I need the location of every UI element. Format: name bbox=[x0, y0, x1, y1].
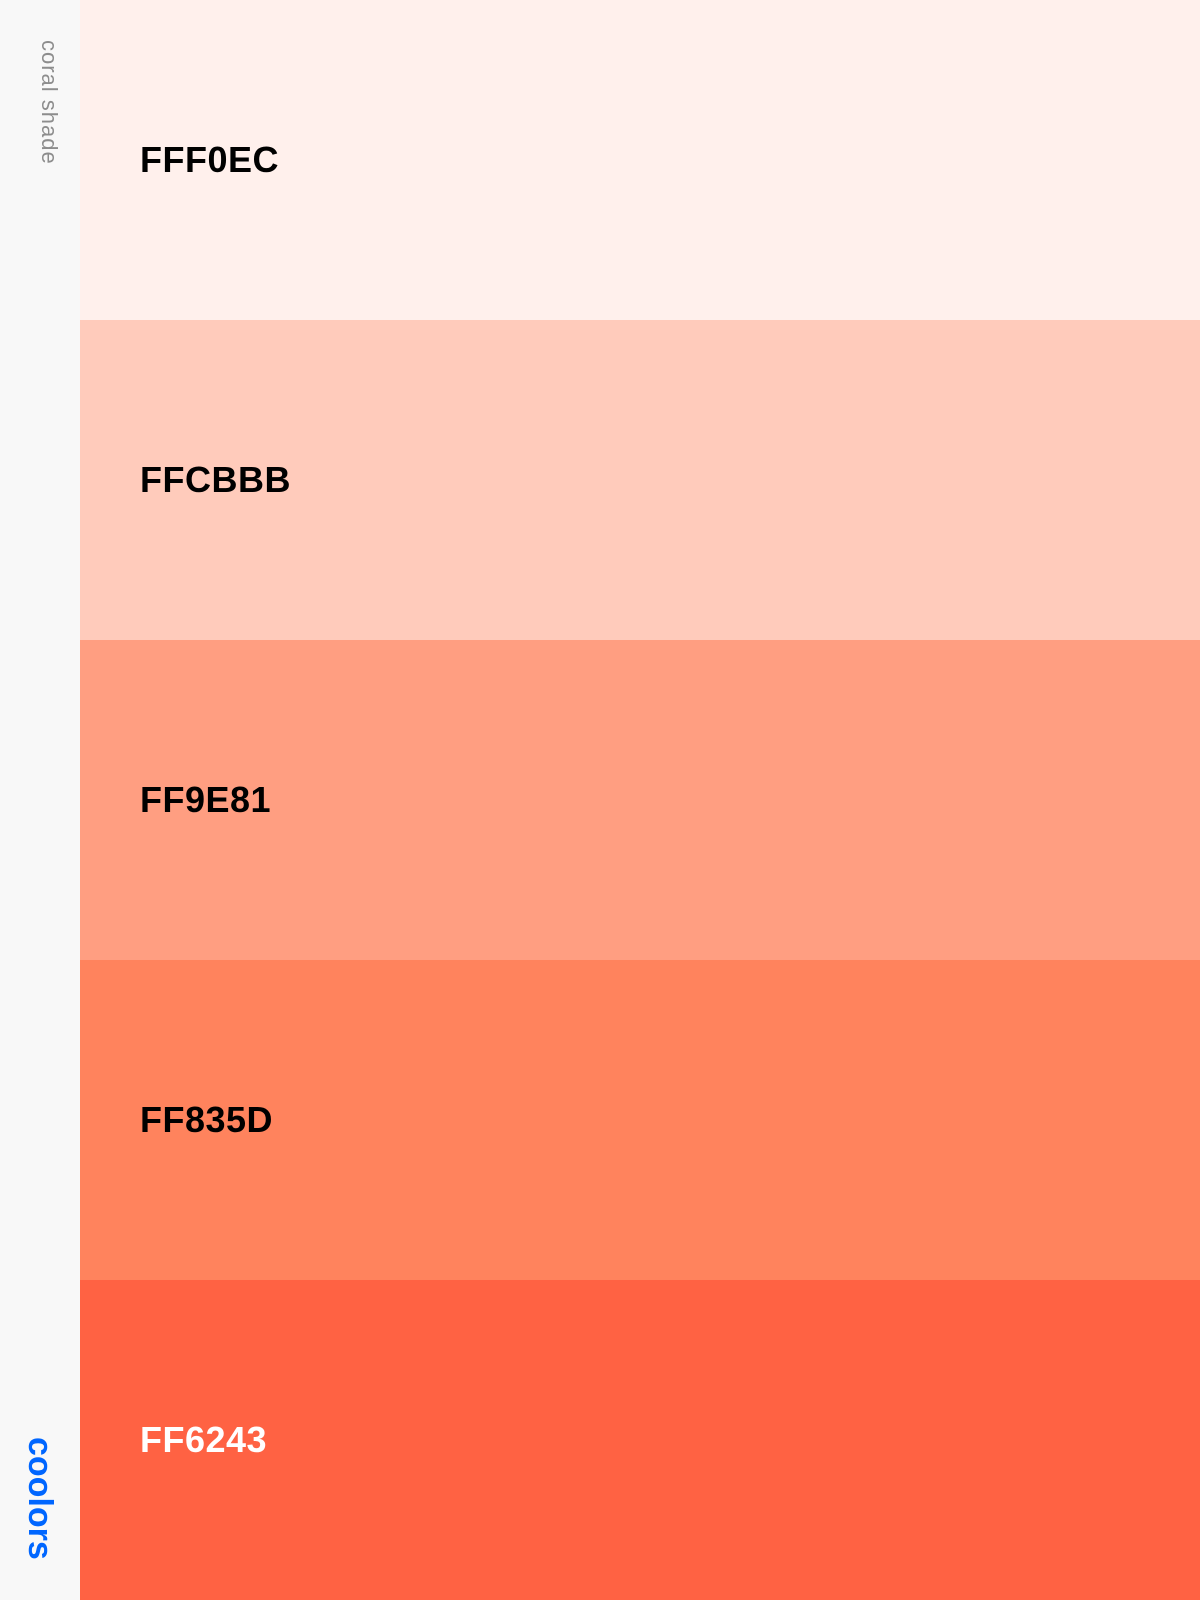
hex-code-label: FF835D bbox=[140, 1099, 274, 1140]
palette-page: coral shade coolors FFF0EC FFCBBB FF9E81… bbox=[0, 0, 1200, 1600]
color-swatches: FFF0EC FFCBBB FF9E81 FF835D FF6243 bbox=[80, 0, 1200, 1600]
hex-code-label: FF9E81 bbox=[140, 779, 272, 820]
sidebar: coral shade coolors bbox=[0, 0, 80, 1600]
palette-name: coral shade bbox=[37, 40, 62, 165]
color-swatch-3[interactable]: FF9E81 bbox=[80, 640, 1200, 960]
hex-code-label: FF6243 bbox=[140, 1419, 268, 1460]
color-swatch-4[interactable]: FF835D bbox=[80, 960, 1200, 1280]
color-swatch-1[interactable]: FFF0EC bbox=[80, 0, 1200, 320]
color-swatch-5[interactable]: FF6243 bbox=[80, 1280, 1200, 1600]
color-swatch-2[interactable]: FFCBBB bbox=[80, 320, 1200, 640]
coolors-logo[interactable]: coolors bbox=[21, 1437, 59, 1560]
hex-code-label: FFCBBB bbox=[140, 459, 291, 500]
hex-code-label: FFF0EC bbox=[140, 139, 280, 180]
